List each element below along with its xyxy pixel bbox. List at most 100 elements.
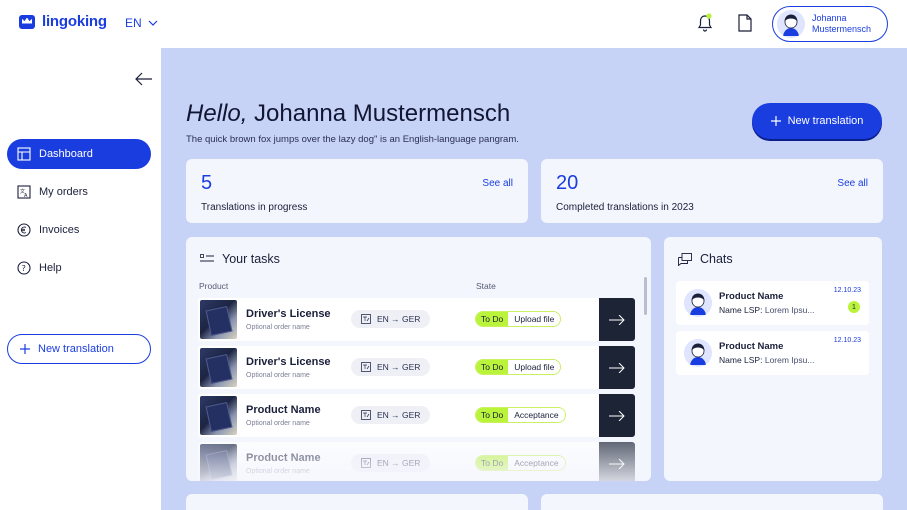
plus-icon xyxy=(20,344,30,354)
user-name: Johanna Mustermensch xyxy=(812,13,871,35)
language-selector[interactable]: EN xyxy=(125,16,158,30)
open-task-button[interactable] xyxy=(599,442,635,481)
status-badge: To Do Acceptance xyxy=(475,455,566,471)
stat-label: Translations in progress xyxy=(201,202,308,213)
new-translation-button[interactable]: New translation xyxy=(752,103,882,139)
language-pair-chip: EN → GER xyxy=(351,454,431,472)
status-badge: To Do Upload file xyxy=(475,311,562,327)
greeting-prefix: Hello, xyxy=(186,100,248,127)
document-thumbnail xyxy=(200,444,237,481)
language-pair-chip: EN → GER xyxy=(351,406,431,424)
status-label: To Do xyxy=(476,408,509,422)
arrow-right-icon xyxy=(609,458,625,469)
language-pair: EN → GER xyxy=(377,362,421,372)
table-row[interactable]: Driver's License Optional order name EN … xyxy=(198,298,635,341)
language-label: EN xyxy=(125,16,142,30)
arrow-left-icon[interactable] xyxy=(135,72,153,86)
bell-icon[interactable] xyxy=(697,13,713,33)
sidebar-new-translation-label: New translation xyxy=(38,343,114,355)
translate-icon xyxy=(361,362,371,372)
chat-item[interactable]: Product Name Name LSP: Lorem Ipsu... 12.… xyxy=(676,331,869,375)
document-thumbnail xyxy=(200,300,237,339)
translate-icon xyxy=(361,410,371,420)
language-pair-chip: EN → GER xyxy=(351,310,431,328)
status-label: To Do xyxy=(476,456,509,470)
chats-title-text: Chats xyxy=(700,252,733,266)
svg-text:?: ? xyxy=(22,264,26,273)
chat-lsp-label: Name LSP: xyxy=(719,355,763,365)
language-pair-chip: EN → GER xyxy=(351,358,431,376)
crown-icon xyxy=(19,14,35,29)
next-step-label: Upload file xyxy=(508,312,561,326)
tasks-card: Your tasks Product State Driver's Licens… xyxy=(186,237,651,481)
document-icon[interactable] xyxy=(737,14,753,32)
next-step-label: Acceptance xyxy=(508,456,565,470)
translate-icon xyxy=(361,458,371,468)
table-row[interactable]: Product Name Optional order name EN → GE… xyxy=(198,394,635,437)
arrow-right-icon xyxy=(609,410,625,421)
sidebar-item-my-orders[interactable]: 文A My orders xyxy=(7,177,151,207)
table-row[interactable]: Driver's License Optional order name EN … xyxy=(198,346,635,389)
greeting-name: Johanna Mustermensch xyxy=(254,100,511,127)
sidebar-item-label: Help xyxy=(39,262,62,274)
task-subtitle: Optional order name xyxy=(246,420,310,427)
stat-value: 20 xyxy=(556,172,579,194)
see-all-link[interactable]: See all xyxy=(837,178,868,189)
status-badge: To Do Upload file xyxy=(475,359,562,375)
sidebar-item-dashboard[interactable]: Dashboard xyxy=(7,139,151,169)
chat-date: 12.10.23 xyxy=(833,337,861,344)
see-all-link[interactable]: See all xyxy=(482,178,513,189)
user-last-name: Mustermensch xyxy=(812,24,872,34)
euro-icon xyxy=(17,223,31,237)
page-title: Hello, Johanna Mustermensch xyxy=(186,100,510,128)
translate-icon xyxy=(361,314,371,324)
task-name: Driver's License xyxy=(246,356,331,368)
logo-text: lingoking xyxy=(42,13,107,30)
chat-lsp-value: Lorem Ipsu... xyxy=(764,355,815,365)
main-content: Hello, Johanna Mustermensch The quick br… xyxy=(161,48,907,510)
chat-preview: Name LSP: Lorem Ipsu... xyxy=(719,305,814,315)
new-translation-label: New translation xyxy=(787,115,864,127)
avatar xyxy=(684,339,712,367)
chat-title: Product Name xyxy=(719,341,784,352)
column-header-state: State xyxy=(476,281,496,291)
sidebar-item-label: Invoices xyxy=(39,224,80,236)
status-badge: To Do Acceptance xyxy=(475,407,566,423)
sidebar: Dashboard 文A My orders Invoices ? Help N… xyxy=(0,48,161,510)
sidebar-item-label: My orders xyxy=(39,186,88,198)
bottom-card-right xyxy=(541,494,883,510)
chat-icon xyxy=(678,252,692,266)
arrow-right-icon xyxy=(609,314,625,325)
logo[interactable]: lingoking xyxy=(19,13,107,30)
tasks-title: Your tasks xyxy=(200,252,280,266)
task-subtitle: Optional order name xyxy=(246,468,310,475)
task-name: Product Name xyxy=(246,404,321,416)
status-label: To Do xyxy=(476,360,509,374)
page-subtitle: The quick brown fox jumps over the lazy … xyxy=(186,134,519,145)
chat-preview: Name LSP: Lorem Ipsu... xyxy=(719,355,814,365)
arrow-right-icon xyxy=(609,362,625,373)
user-menu[interactable]: Johanna Mustermensch xyxy=(772,6,888,42)
help-icon: ? xyxy=(17,261,31,275)
sidebar-item-help[interactable]: ? Help xyxy=(7,253,151,283)
stat-value: 5 xyxy=(201,172,213,194)
chat-item[interactable]: Product Name Name LSP: Lorem Ipsu... 12.… xyxy=(676,281,869,325)
sidebar-item-invoices[interactable]: Invoices xyxy=(7,215,151,245)
open-task-button[interactable] xyxy=(599,298,635,341)
next-step-label: Acceptance xyxy=(508,408,565,422)
chats-title: Chats xyxy=(678,252,733,266)
list-icon xyxy=(200,254,214,262)
table-row[interactable]: Product Name Optional order name EN → GE… xyxy=(198,442,635,481)
sidebar-item-label: Dashboard xyxy=(39,148,93,160)
stat-card-in-progress: 5 Translations in progress See all xyxy=(186,159,528,223)
language-pair: EN → GER xyxy=(377,314,421,324)
open-task-button[interactable] xyxy=(599,394,635,437)
task-subtitle: Optional order name xyxy=(246,324,310,331)
task-name: Product Name xyxy=(246,452,321,464)
scrollbar[interactable] xyxy=(644,277,647,315)
document-thumbnail xyxy=(200,396,237,435)
chat-lsp-label: Name LSP: xyxy=(719,305,763,315)
language-pair: EN → GER xyxy=(377,458,421,468)
sidebar-new-translation-button[interactable]: New translation xyxy=(7,334,151,364)
open-task-button[interactable] xyxy=(599,346,635,389)
